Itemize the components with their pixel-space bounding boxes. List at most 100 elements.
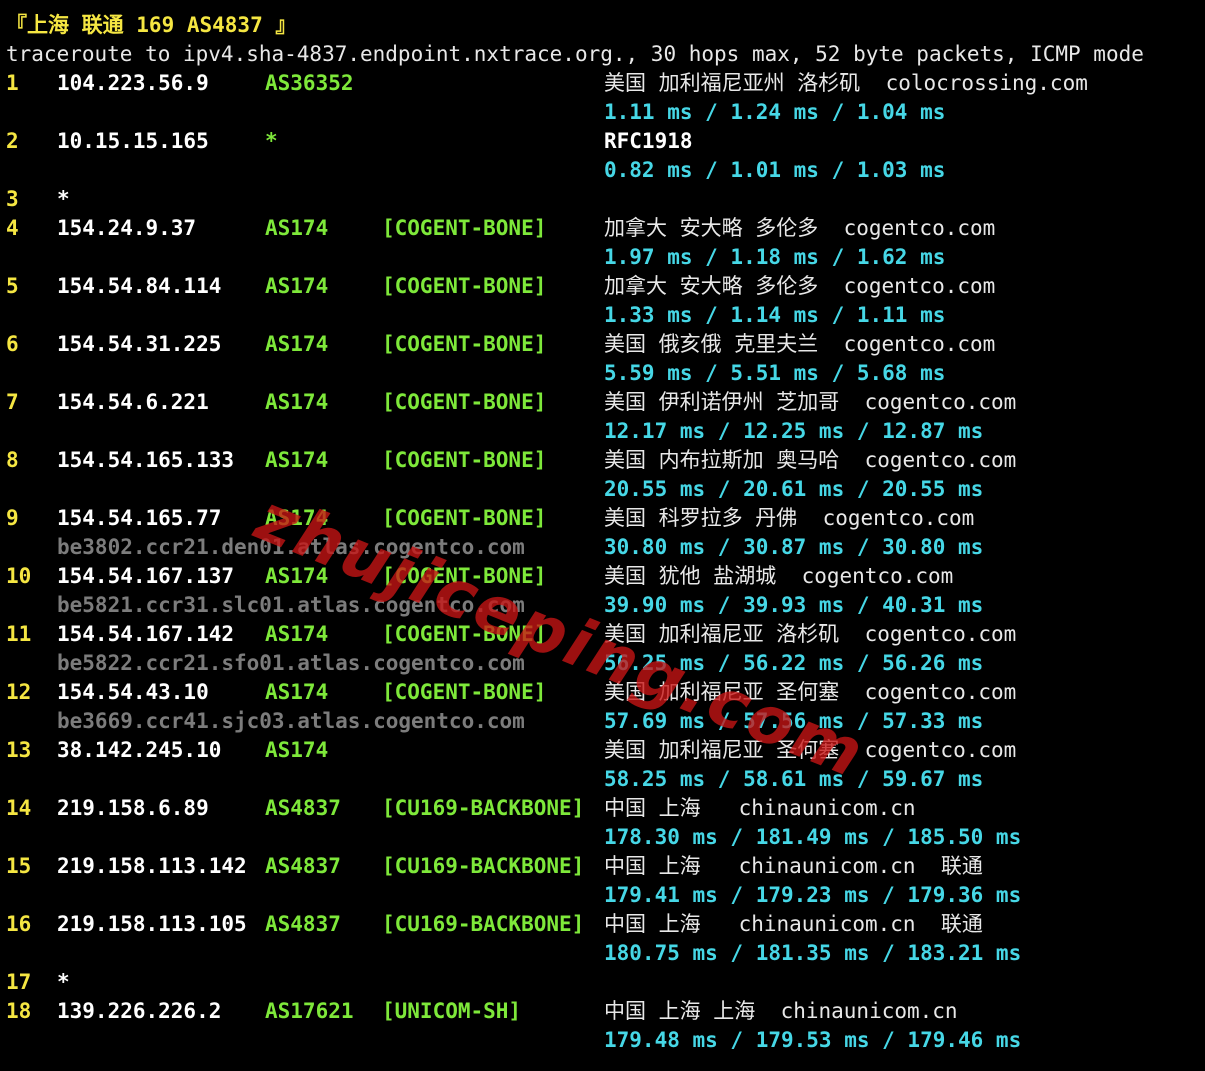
- hop-asn: AS174: [265, 622, 329, 646]
- hop-number: 8: [6, 448, 19, 472]
- hop-number: 15: [6, 854, 32, 878]
- hop-number: 7: [6, 390, 19, 414]
- hop-number: 4: [6, 216, 19, 240]
- hop-rtt: 30.80 ms / 30.87 ms / 30.80 ms: [604, 535, 984, 559]
- traceroute-command: traceroute to ipv4.sha-4837.endpoint.nxt…: [6, 40, 1201, 69]
- hop-number: 11: [6, 622, 32, 646]
- hop-geo: 美国 俄亥俄 克里夫兰 cogentco.com: [604, 332, 996, 356]
- hop-detail-row: 58.25 ms / 58.61 ms / 59.67 ms: [6, 765, 1201, 794]
- hop-number: 16: [6, 912, 32, 936]
- terminal-output: 『上海 联通 169 AS4837 』 traceroute to ipv4.s…: [6, 11, 1201, 1055]
- hop-rtt: 20.55 ms / 20.61 ms / 20.55 ms: [604, 477, 984, 501]
- hop-tag: [CU169-BACKBONE]: [382, 912, 585, 936]
- hop-geo: 美国 加利福尼亚 圣何塞 cogentco.com: [604, 680, 1017, 704]
- hop-asn: AS174: [265, 274, 329, 298]
- hop-number: 3: [6, 187, 19, 211]
- hop-row: 4 154.24.9.37 AS174 [COGENT-BONE] 加拿大 安大略 多伦…: [6, 214, 1201, 243]
- hop-tag: [COGENT-BONE]: [382, 680, 547, 704]
- hop-row: 9 154.54.165.77 AS174 [COGENT-BONE] 美国 科罗拉多 …: [6, 504, 1201, 533]
- hop-detail-row: 179.48 ms / 179.53 ms / 179.46 ms: [6, 1026, 1201, 1055]
- hop-row: 7 154.54.6.221 AS174 [COGENT-BONE] 美国 伊利诺伊州 …: [6, 388, 1201, 417]
- hop-detail-row: 1.97 ms / 1.18 ms / 1.62 ms: [6, 243, 1201, 272]
- hop-number: 12: [6, 680, 32, 704]
- hop-rtt: 179.48 ms / 179.53 ms / 179.46 ms: [604, 1028, 1022, 1052]
- hop-asn: AS174: [265, 680, 329, 704]
- hop-number: 2: [6, 129, 19, 153]
- hop-rtt: 180.75 ms / 181.35 ms / 183.21 ms: [604, 941, 1022, 965]
- hop-tag: [COGENT-BONE]: [382, 390, 547, 414]
- hop-asn: AS174: [265, 390, 329, 414]
- hop-number: 14: [6, 796, 32, 820]
- hop-row: 10 154.54.167.137 AS174 [COGENT-BONE] 美国 犹他 …: [6, 562, 1201, 591]
- hop-geo: 加拿大 安大略 多伦多 cogentco.com: [604, 216, 996, 240]
- hop-asn: AS4837: [265, 854, 341, 878]
- hop-ip: 154.54.167.137: [57, 564, 235, 588]
- hop-hostname: be3802.ccr21.den01.atlas.cogentco.com: [57, 535, 525, 559]
- hop-number: 1: [6, 71, 19, 95]
- hop-tag: [CU169-BACKBONE]: [382, 854, 585, 878]
- traceroute-command-text: traceroute to ipv4.sha-4837.endpoint.nxt…: [6, 42, 1144, 66]
- hop-row: 18 139.226.226.2 AS17621 [UNICOM-SH] 中国 上海 上…: [6, 997, 1201, 1026]
- hop-ip: 38.142.245.10: [57, 738, 222, 762]
- hop-rtt: 39.90 ms / 39.93 ms / 40.31 ms: [604, 593, 984, 617]
- hop-hostname: be3669.ccr41.sjc03.atlas.cogentco.com: [57, 709, 525, 733]
- hop-asn: AS174: [265, 506, 329, 530]
- hop-asn: AS36352: [265, 71, 354, 95]
- hop-rtt: 5.59 ms / 5.51 ms / 5.68 ms: [604, 361, 946, 385]
- hop-detail-row: be5821.ccr31.slc01.atlas.cogentco.com 39.…: [6, 591, 1201, 620]
- hop-asn: AS174: [265, 216, 329, 240]
- hop-ip: 219.158.6.89: [57, 796, 209, 820]
- hop-asn: AS4837: [265, 912, 341, 936]
- hop-row: 2 10.15.15.165 * RFC1918: [6, 127, 1201, 156]
- hop-geo: 美国 加利福尼亚州 洛杉矶 colocrossing.com: [604, 71, 1088, 95]
- hop-geo: 中国 上海 chinaunicom.cn 联通: [604, 912, 983, 936]
- hop-ip: 104.223.56.9: [57, 71, 209, 95]
- hop-detail-row: 179.41 ms / 179.23 ms / 179.36 ms: [6, 881, 1201, 910]
- hop-hostname: be5821.ccr31.slc01.atlas.cogentco.com: [57, 593, 525, 617]
- hop-rtt: 56.25 ms / 56.22 ms / 56.26 ms: [604, 651, 984, 675]
- hop-detail-row: be3669.ccr41.sjc03.atlas.cogentco.com 57.…: [6, 707, 1201, 736]
- hop-row: 8 154.54.165.133 AS174 [COGENT-BONE] 美国 内布拉斯…: [6, 446, 1201, 475]
- hop-tag: [COGENT-BONE]: [382, 622, 547, 646]
- trace-title-text: 『上海 联通 169 AS4837 』: [6, 13, 297, 37]
- hop-geo: 美国 加利福尼亚 洛杉矶 cogentco.com: [604, 622, 1017, 646]
- hop-tag: [COGENT-BONE]: [382, 216, 547, 240]
- hop-row: 17 *: [6, 968, 1201, 997]
- hop-asn: AS174: [265, 564, 329, 588]
- hop-tag: [CU169-BACKBONE]: [382, 796, 585, 820]
- hop-row: 1 104.223.56.9 AS36352 美国 加利福尼亚州 洛杉矶 colocr…: [6, 69, 1201, 98]
- hop-geo: 中国 上海 chinaunicom.cn 联通: [604, 854, 983, 878]
- hop-ip: 154.54.84.114: [57, 274, 222, 298]
- hop-ip: 139.226.226.2: [57, 999, 222, 1023]
- hop-tag: [COGENT-BONE]: [382, 332, 547, 356]
- hop-ip: *: [57, 970, 70, 994]
- hop-rtt: 1.11 ms / 1.24 ms / 1.04 ms: [604, 100, 946, 124]
- hop-ip: *: [57, 187, 70, 211]
- hop-geo: 美国 科罗拉多 丹佛 cogentco.com: [604, 506, 975, 530]
- hop-detail-row: 12.17 ms / 12.25 ms / 12.87 ms: [6, 417, 1201, 446]
- hop-geo: 美国 内布拉斯加 奥马哈 cogentco.com: [604, 448, 1017, 472]
- hop-ip: 154.54.165.77: [57, 506, 222, 530]
- hop-row: 6 154.54.31.225 AS174 [COGENT-BONE] 美国 俄亥俄 克…: [6, 330, 1201, 359]
- hop-number: 6: [6, 332, 19, 356]
- hop-ip: 154.54.43.10: [57, 680, 209, 704]
- hop-asn: AS4837: [265, 796, 341, 820]
- hop-row: 13 38.142.245.10 AS174 美国 加利福尼亚 圣何塞 cogentc…: [6, 736, 1201, 765]
- hop-tag: [UNICOM-SH]: [382, 999, 522, 1023]
- hop-asn: AS174: [265, 448, 329, 472]
- hop-ip: 154.54.31.225: [57, 332, 222, 356]
- hop-geo: 加拿大 安大略 多伦多 cogentco.com: [604, 274, 996, 298]
- hop-tag: [COGENT-BONE]: [382, 448, 547, 472]
- hop-asn: AS174: [265, 738, 329, 762]
- hop-row: 12 154.54.43.10 AS174 [COGENT-BONE] 美国 加利福尼亚…: [6, 678, 1201, 707]
- hop-detail-row: 1.33 ms / 1.14 ms / 1.11 ms: [6, 301, 1201, 330]
- hop-list: 1 104.223.56.9 AS36352 美国 加利福尼亚州 洛杉矶 colocr…: [6, 69, 1201, 1055]
- hop-number: 10: [6, 564, 32, 588]
- hop-geo: RFC1918: [604, 129, 693, 153]
- hop-ip: 154.24.9.37: [57, 216, 197, 240]
- hop-number: 5: [6, 274, 19, 298]
- hop-row: 16 219.158.113.105 AS4837 [CU169-BACKBONE] 中…: [6, 910, 1201, 939]
- hop-tag: [COGENT-BONE]: [382, 506, 547, 530]
- hop-detail-row: 180.75 ms / 181.35 ms / 183.21 ms: [6, 939, 1201, 968]
- hop-rtt: 1.97 ms / 1.18 ms / 1.62 ms: [604, 245, 946, 269]
